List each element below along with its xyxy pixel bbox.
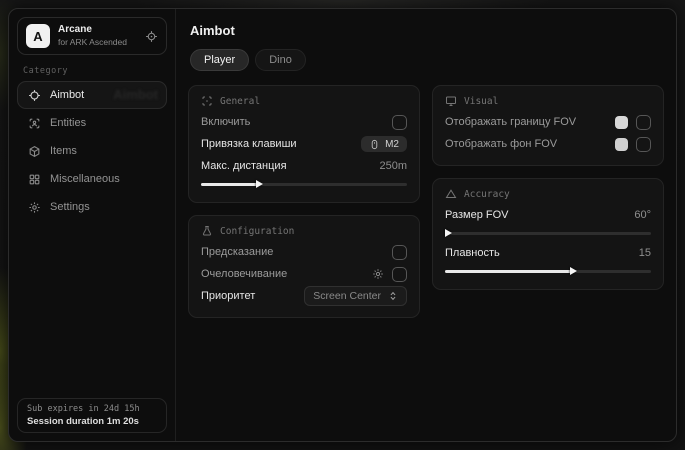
main-content: Aimbot Player Dino bbox=[176, 9, 676, 441]
fov-size-label: Размер FOV bbox=[445, 209, 508, 221]
brand-card: A Arcane for ARK Ascended bbox=[17, 17, 167, 55]
priority-row: Приоритет Screen Center bbox=[201, 285, 407, 307]
humanize-checkbox[interactable] bbox=[392, 267, 407, 282]
accuracy-card-title: Accuracy bbox=[464, 189, 510, 200]
app-logo: A bbox=[26, 24, 50, 48]
fov-bg-color-swatch[interactable] bbox=[615, 138, 628, 151]
priority-dropdown[interactable]: Screen Center bbox=[304, 286, 407, 306]
max-distance-row: Макс. дистанция 250m bbox=[201, 155, 407, 177]
fov-bg-checkbox[interactable] bbox=[636, 137, 651, 152]
tab-bar: Player Dino bbox=[190, 49, 664, 71]
fov-bg-label: Отображать фон FOV bbox=[445, 138, 557, 150]
visual-card-title: Visual bbox=[464, 96, 498, 107]
fov-size-row: Размер FOV 60° bbox=[445, 204, 651, 226]
max-distance-value: 250m bbox=[379, 160, 407, 172]
keybind-label: Привязка клавиши bbox=[201, 138, 297, 150]
tab-player[interactable]: Player bbox=[190, 49, 249, 71]
sidebar: A Arcane for ARK Ascended Category bbox=[9, 9, 176, 441]
caret-up-down-icon bbox=[388, 291, 398, 301]
sidebar-item-label: Aimbot bbox=[50, 89, 84, 101]
slider-thumb[interactable] bbox=[256, 180, 263, 188]
enable-row: Включить bbox=[201, 111, 407, 133]
scan-icon bbox=[201, 95, 213, 107]
sidebar-item-label: Items bbox=[50, 145, 77, 157]
gear-icon bbox=[28, 201, 41, 214]
fov-border-row: Отображать границу FOV bbox=[445, 111, 651, 133]
app-subtitle: for ARK Ascended bbox=[58, 37, 137, 48]
page-title: Aimbot bbox=[190, 23, 664, 38]
subscription-info-card: Sub expires in 24d 15h Session duration … bbox=[17, 398, 167, 433]
sidebar-item-miscellaneous[interactable]: Miscellaneous bbox=[17, 165, 167, 193]
mouse-icon bbox=[369, 139, 380, 150]
prediction-row: Предсказание bbox=[201, 241, 407, 263]
enable-checkbox[interactable] bbox=[392, 115, 407, 130]
fov-border-color-swatch[interactable] bbox=[615, 116, 628, 129]
configuration-card: Configuration Предсказание Очеловечивани… bbox=[188, 215, 420, 318]
box-icon bbox=[28, 145, 41, 158]
fov-bg-row: Отображать фон FOV bbox=[445, 133, 651, 155]
category-label: Category bbox=[23, 66, 161, 76]
humanize-row: Очеловечивание bbox=[201, 263, 407, 285]
fov-size-value: 60° bbox=[634, 209, 651, 221]
sidebar-item-items[interactable]: Items bbox=[17, 137, 167, 165]
keybind-row: Привязка клавиши M2 bbox=[201, 133, 407, 155]
sidebar-item-entities[interactable]: Entities bbox=[17, 109, 167, 137]
grid-icon bbox=[28, 173, 41, 186]
prediction-label: Предсказание bbox=[201, 246, 273, 258]
smoothness-label: Плавность bbox=[445, 247, 500, 259]
general-card-title: General bbox=[220, 96, 260, 107]
app-name: Arcane bbox=[58, 24, 137, 37]
smoothness-row: Плавность 15 bbox=[445, 242, 651, 264]
game-background: A Arcane for ARK Ascended Category bbox=[0, 0, 685, 450]
visual-card: Visual Отображать границу FOV Отображать… bbox=[432, 85, 664, 166]
prediction-checkbox[interactable] bbox=[392, 245, 407, 260]
sidebar-item-aimbot[interactable]: Aimbot Aimbot bbox=[17, 81, 167, 109]
fov-size-slider[interactable] bbox=[445, 229, 651, 238]
humanize-settings-gear-icon[interactable] bbox=[372, 268, 384, 280]
keybind-button[interactable]: M2 bbox=[361, 136, 407, 152]
sidebar-item-settings[interactable]: Settings bbox=[17, 193, 167, 221]
person-scan-icon bbox=[28, 117, 41, 130]
sidebar-item-label: Miscellaneous bbox=[50, 173, 120, 185]
tab-dino[interactable]: Dino bbox=[255, 49, 306, 71]
crosshair-icon bbox=[28, 89, 41, 102]
max-distance-label: Макс. дистанция bbox=[201, 160, 287, 172]
fov-border-checkbox[interactable] bbox=[636, 115, 651, 130]
humanize-label: Очеловечивание bbox=[201, 268, 287, 280]
cheat-menu-window: A Arcane for ARK Ascended Category bbox=[8, 8, 677, 442]
sub-expires-text: Sub expires in 24d 15h bbox=[27, 404, 157, 414]
slider-thumb[interactable] bbox=[445, 229, 452, 237]
max-distance-slider[interactable] bbox=[201, 180, 407, 189]
sidebar-nav: Aimbot Aimbot Entities bbox=[17, 81, 167, 221]
session-duration-text: Session duration 1m 20s bbox=[27, 416, 157, 427]
fov-border-label: Отображать границу FOV bbox=[445, 116, 576, 128]
smoothness-value: 15 bbox=[639, 247, 651, 259]
priority-label: Приоритет bbox=[201, 290, 255, 302]
slider-thumb[interactable] bbox=[570, 267, 577, 275]
triangle-icon bbox=[445, 188, 457, 200]
sidebar-item-label: Entities bbox=[50, 117, 86, 129]
monitor-icon bbox=[445, 95, 457, 107]
keybind-value: M2 bbox=[385, 139, 399, 150]
priority-value: Screen Center bbox=[313, 290, 381, 302]
general-card: General Включить Привязка клавиши bbox=[188, 85, 420, 203]
flask-icon bbox=[201, 225, 213, 237]
accuracy-card: Accuracy Размер FOV 60° bbox=[432, 178, 664, 290]
enable-label: Включить bbox=[201, 116, 250, 128]
aimbot-ghost-text: Aimbot bbox=[113, 87, 158, 102]
configuration-card-title: Configuration bbox=[220, 226, 294, 237]
sidebar-item-label: Settings bbox=[50, 201, 90, 213]
target-icon[interactable] bbox=[145, 30, 158, 43]
smoothness-slider[interactable] bbox=[445, 267, 651, 276]
